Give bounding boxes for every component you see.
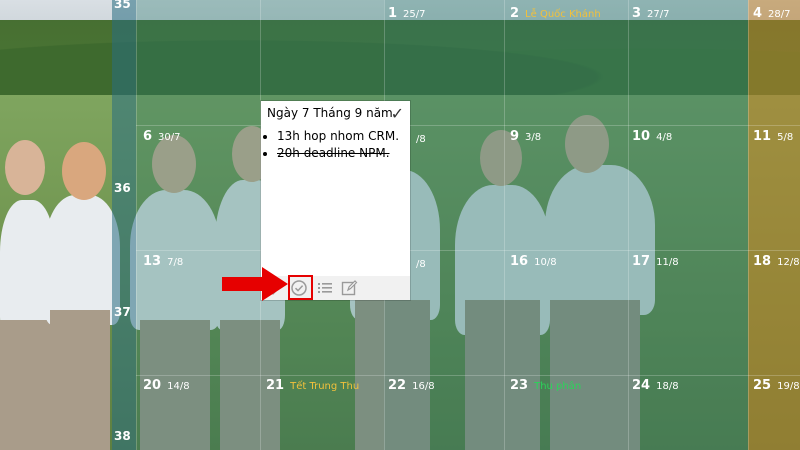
day-number: 3 bbox=[632, 6, 642, 21]
calendar-day-cell[interactable]: /8 bbox=[410, 131, 426, 146]
day-number: 1 bbox=[388, 6, 398, 21]
week-number: 35 bbox=[114, 0, 131, 11]
note-item-done[interactable]: 20h deadline NPM. bbox=[277, 145, 399, 162]
lunar-date: 25/7 bbox=[403, 9, 426, 20]
calendar-day-cell[interactable]: /8 bbox=[410, 256, 426, 271]
week-number: 37 bbox=[114, 305, 131, 319]
holiday-label: Tết Trung Thu bbox=[290, 381, 360, 392]
lunar-date: 10/8 bbox=[534, 257, 557, 268]
lunar-date: 11/8 bbox=[656, 257, 679, 268]
calendar-day-cell[interactable]: 23 Thu phân bbox=[510, 378, 581, 393]
day-number: 25 bbox=[753, 378, 772, 393]
calendar-day-cell[interactable]: 24 18/8 bbox=[632, 378, 679, 393]
day-number: 9 bbox=[510, 129, 520, 144]
calendar-day-cell[interactable]: 20 14/8 bbox=[143, 378, 190, 393]
calendar-day-cell[interactable]: 16 10/8 bbox=[510, 254, 557, 269]
lunar-date: 4/8 bbox=[656, 132, 673, 143]
lunar-date: 16/8 bbox=[412, 381, 435, 392]
note-list[interactable]: 13h hop nhom CRM. 20h deadline NPM. bbox=[263, 128, 399, 162]
week-number: 38 bbox=[114, 429, 131, 443]
calendar-day-cell[interactable]: 13 7/8 bbox=[143, 254, 183, 269]
day-number: 24 bbox=[632, 378, 651, 393]
day-number: 6 bbox=[143, 129, 153, 144]
day-number: 21 bbox=[266, 378, 285, 393]
day-number: 18 bbox=[753, 254, 772, 269]
check-icon[interactable]: ✓ bbox=[391, 104, 404, 123]
highlight-box bbox=[288, 275, 313, 300]
lunar-date: 7/8 bbox=[167, 257, 184, 268]
calendar-day-cell[interactable]: 1 25/7 bbox=[388, 6, 426, 21]
calendar-day-cell[interactable]: 18 12/8 bbox=[753, 254, 800, 269]
day-number: 11 bbox=[753, 129, 772, 144]
calendar-day-cell[interactable]: 4 28/7 bbox=[753, 6, 791, 21]
week-number-column bbox=[112, 0, 136, 450]
lunar-date: 19/8 bbox=[777, 381, 800, 392]
calendar-day-cell[interactable]: 22 16/8 bbox=[388, 378, 435, 393]
calendar-day-cell[interactable]: 2 Lễ Quốc Khánh bbox=[510, 6, 601, 21]
calendar-day-cell[interactable]: 21 Tết Trung Thu bbox=[266, 378, 359, 393]
edit-icon[interactable] bbox=[340, 279, 358, 297]
day-number: 4 bbox=[753, 6, 763, 21]
holiday-label: Lễ Quốc Khánh bbox=[525, 9, 601, 20]
calendar-day-cell[interactable]: 3 27/7 bbox=[632, 6, 670, 21]
lunar-date: /8 bbox=[416, 134, 426, 145]
solar-term-label: Thu phân bbox=[534, 381, 582, 392]
calendar-day-cell[interactable]: 17 11/8 bbox=[632, 254, 679, 269]
day-number: 2 bbox=[510, 6, 520, 21]
lunar-date: 14/8 bbox=[167, 381, 190, 392]
lunar-date: 18/8 bbox=[656, 381, 679, 392]
lunar-date: 12/8 bbox=[777, 257, 800, 268]
note-item[interactable]: 13h hop nhom CRM. bbox=[277, 128, 399, 145]
calendar-day-cell[interactable]: 6 30/7 bbox=[143, 129, 181, 144]
calendar-day-cell[interactable]: 11 5/8 bbox=[753, 129, 793, 144]
lunar-date: 28/7 bbox=[768, 9, 791, 20]
lunar-date: 5/8 bbox=[777, 132, 794, 143]
day-number: 16 bbox=[510, 254, 529, 269]
lunar-date: 30/7 bbox=[158, 132, 181, 143]
list-icon[interactable] bbox=[316, 279, 334, 297]
lunar-date: /8 bbox=[416, 259, 426, 270]
red-arrow-icon bbox=[222, 267, 288, 301]
day-number: 10 bbox=[632, 129, 651, 144]
calendar-day-cell[interactable]: 25 19/8 bbox=[753, 378, 800, 393]
lunar-date: 27/7 bbox=[647, 9, 670, 20]
popup-title: Ngày 7 Tháng 9 năm bbox=[267, 106, 393, 120]
week-number: 36 bbox=[114, 181, 131, 195]
day-number: 13 bbox=[143, 254, 162, 269]
calendar-day-cell[interactable]: 9 3/8 bbox=[510, 129, 541, 144]
lunar-date: 3/8 bbox=[525, 132, 542, 143]
day-number: 20 bbox=[143, 378, 162, 393]
day-number: 22 bbox=[388, 378, 407, 393]
day-number: 17 bbox=[632, 254, 651, 269]
day-number: 23 bbox=[510, 378, 529, 393]
calendar-day-cell[interactable]: 10 4/8 bbox=[632, 129, 672, 144]
